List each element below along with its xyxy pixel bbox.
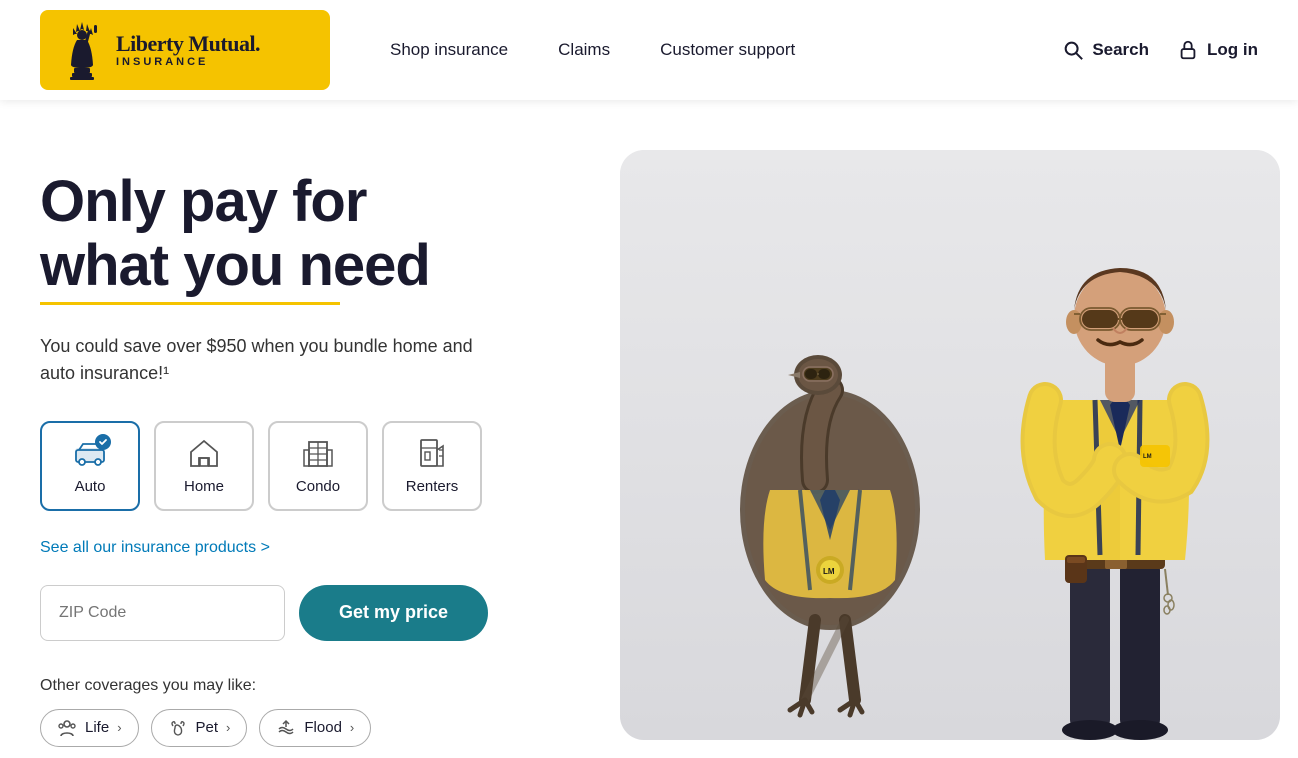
chip-life[interactable]: Life ›	[40, 709, 139, 747]
svg-text:LM: LM	[1143, 454, 1152, 460]
hero-subtext: You could save over $950 when you bundle…	[40, 333, 500, 387]
logo-text: Liberty Mutual. INSURANCE	[116, 32, 260, 68]
headline-underline	[40, 302, 340, 305]
condo-icon	[301, 436, 335, 470]
tab-home-label: Home	[184, 478, 224, 495]
life-icon	[57, 718, 77, 738]
home-icon	[187, 436, 221, 470]
brand-name: Liberty Mutual.	[116, 32, 260, 56]
auto-icon	[73, 436, 107, 470]
hero-image: LM	[620, 150, 1280, 740]
auto-check-badge	[95, 434, 111, 450]
header-actions: Search Log in	[1062, 39, 1258, 61]
svg-text:LM: LM	[823, 567, 835, 576]
zip-cta-row: Get my price	[40, 585, 620, 641]
nav-shop-insurance[interactable]: Shop insurance	[390, 40, 508, 60]
tab-renters-label: Renters	[406, 478, 459, 495]
main-nav: Shop insurance Claims Customer support	[390, 40, 1062, 60]
brand-sub: INSURANCE	[116, 56, 260, 68]
nav-claims[interactable]: Claims	[558, 40, 610, 60]
chip-life-arrow: ›	[117, 720, 121, 735]
nav-customer-support[interactable]: Customer support	[660, 40, 795, 60]
tab-renters[interactable]: Renters	[382, 421, 482, 511]
chip-flood-arrow: ›	[350, 720, 354, 735]
coverage-chips: Life › Pet › Flood	[40, 709, 620, 747]
see-all-products-link[interactable]: See all our insurance products >	[40, 539, 270, 557]
tab-home[interactable]: Home	[154, 421, 254, 511]
header: Liberty Mutual. INSURANCE Shop insurance…	[0, 0, 1298, 100]
hero-headline: Only pay for what you need	[40, 170, 620, 298]
tab-condo-label: Condo	[296, 478, 340, 495]
hero-headline-line1: Only pay for	[40, 169, 366, 234]
chip-flood[interactable]: Flood ›	[259, 709, 371, 747]
emu-illustration: LM	[700, 220, 960, 740]
tab-auto-label: Auto	[75, 478, 106, 495]
tab-auto[interactable]: Auto	[40, 421, 140, 511]
chip-pet[interactable]: Pet ›	[151, 709, 248, 747]
liberty-statue-icon	[58, 20, 106, 80]
chip-flood-label: Flood	[304, 719, 342, 736]
search-icon	[1062, 39, 1084, 61]
hero-headline-line2: what you need	[40, 233, 430, 298]
insurance-type-tabs: Auto Home	[40, 421, 620, 511]
login-button[interactable]: Log in	[1177, 39, 1258, 61]
lock-icon	[1177, 39, 1199, 61]
hero-scene: LM	[620, 150, 1280, 740]
zip-input[interactable]	[40, 585, 285, 641]
right-panel: LM	[620, 140, 1280, 740]
other-coverages-label: Other coverages you may like:	[40, 677, 620, 695]
tab-condo[interactable]: Condo	[268, 421, 368, 511]
main-content: Only pay for what you need You could sav…	[0, 100, 1298, 758]
chip-pet-arrow: ›	[226, 720, 230, 735]
flood-icon	[276, 718, 296, 738]
pet-icon	[168, 718, 188, 738]
chip-life-label: Life	[85, 719, 109, 736]
search-button[interactable]: Search	[1062, 39, 1149, 61]
left-panel: Only pay for what you need You could sav…	[40, 140, 620, 747]
login-label: Log in	[1207, 40, 1258, 60]
get-price-button[interactable]: Get my price	[299, 585, 488, 641]
logo[interactable]: Liberty Mutual. INSURANCE	[40, 10, 330, 90]
search-label: Search	[1092, 40, 1149, 60]
chip-pet-label: Pet	[196, 719, 219, 736]
man-illustration: LM	[1010, 200, 1230, 740]
renters-icon	[415, 436, 449, 470]
